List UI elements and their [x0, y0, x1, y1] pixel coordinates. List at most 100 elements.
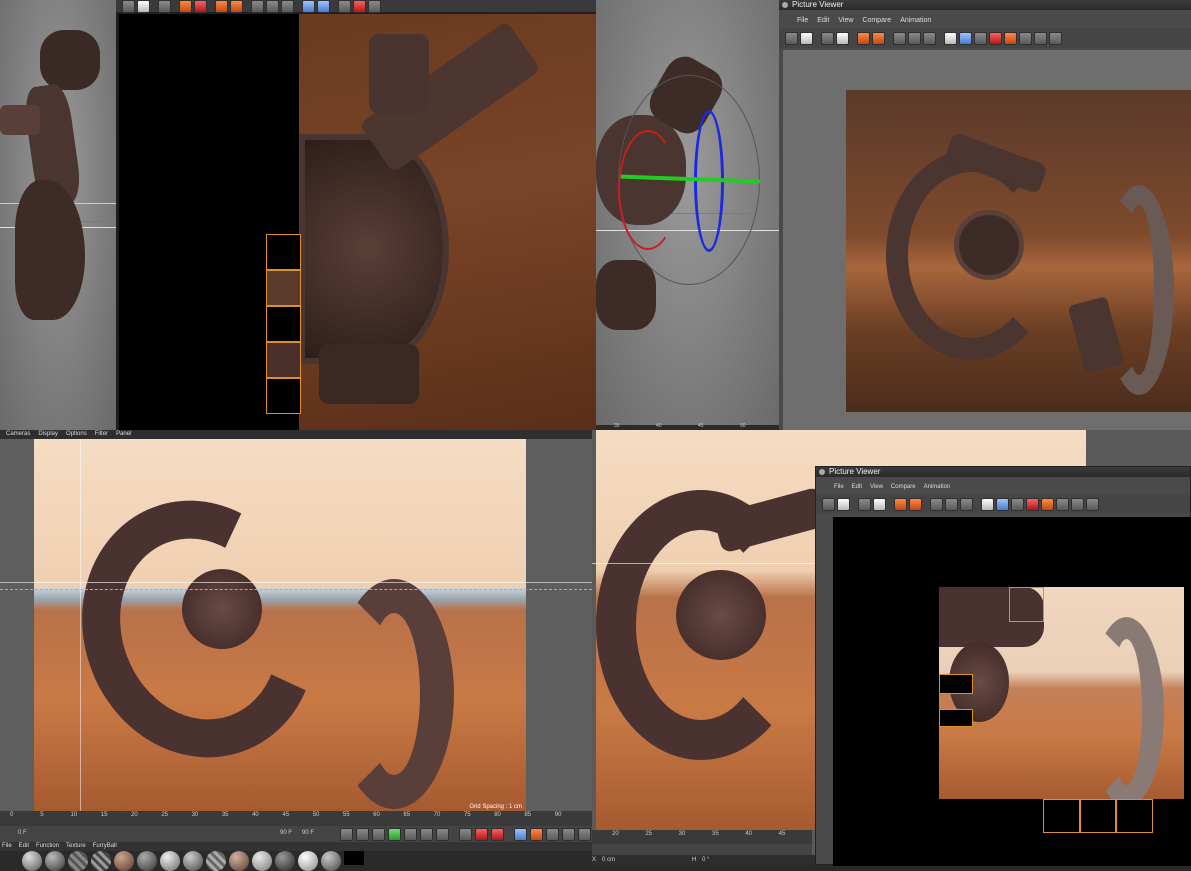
material-swatch[interactable]	[298, 851, 318, 871]
save-icon[interactable]	[800, 31, 813, 45]
crop-icon[interactable]	[858, 497, 871, 511]
info-icon[interactable]	[1071, 497, 1084, 511]
save-icon[interactable]	[837, 497, 850, 511]
next-key-icon[interactable]	[420, 828, 433, 841]
gear-icon[interactable]	[281, 0, 294, 13]
compare-b-icon[interactable]	[974, 31, 987, 45]
prev-frame-icon[interactable]	[372, 828, 385, 841]
open-icon[interactable]	[122, 0, 135, 13]
material-swatch[interactable]	[344, 851, 364, 865]
material-swatch[interactable]	[275, 851, 295, 871]
next-frame-icon[interactable]	[404, 828, 417, 841]
menu-edit[interactable]: Edit	[852, 483, 862, 492]
mat-menu-furryball[interactable]: FurryBall	[93, 842, 117, 851]
gear-icon[interactable]	[960, 497, 973, 511]
open-icon[interactable]	[785, 31, 798, 45]
stereo-icon[interactable]	[1041, 497, 1054, 511]
menu-panel[interactable]: Panel	[116, 430, 131, 439]
camera-b-icon[interactable]	[945, 497, 958, 511]
render-icon[interactable]	[179, 0, 192, 13]
settings-icon[interactable]	[1049, 31, 1062, 45]
crop-icon[interactable]	[821, 31, 834, 45]
compare-a-icon[interactable]	[302, 0, 315, 13]
material-swatch[interactable]	[22, 851, 42, 871]
scale-key-icon[interactable]	[530, 828, 543, 841]
render-region-icon[interactable]	[194, 0, 207, 13]
point-key-icon[interactable]	[578, 828, 591, 841]
save-icon[interactable]	[137, 0, 150, 13]
menu-file[interactable]: File	[834, 483, 844, 492]
material-swatch[interactable]	[183, 851, 203, 871]
record-icon[interactable]	[475, 828, 488, 841]
menu-edit[interactable]: Edit	[817, 15, 829, 26]
menu-display[interactable]: Display	[38, 430, 58, 439]
histogram-icon[interactable]	[368, 0, 381, 13]
viewport-canvas[interactable]: Grid Spacing : 1 cm	[0, 439, 592, 811]
mat-menu-file[interactable]: File	[2, 842, 12, 851]
camera-icon[interactable]	[930, 497, 943, 511]
move-key-icon[interactable]	[514, 828, 527, 841]
render-icon[interactable]	[894, 497, 907, 511]
menu-view[interactable]: View	[838, 15, 853, 26]
alpha-icon[interactable]	[989, 31, 1002, 45]
rotate-gizmo-red[interactable]	[618, 130, 678, 250]
camera-icon[interactable]	[251, 0, 264, 13]
compare-a-icon[interactable]	[959, 31, 972, 45]
camera-icon[interactable]	[893, 31, 906, 45]
settings-icon[interactable]	[1086, 497, 1099, 511]
viewport-gizmo[interactable]: 35 40 45 50	[596, 0, 779, 430]
material-swatch[interactable]	[137, 851, 157, 871]
layer-icon[interactable]	[909, 497, 922, 511]
menu-filter[interactable]: Filter	[95, 430, 108, 439]
mat-menu-texture[interactable]: Texture	[66, 842, 86, 851]
go-end-icon[interactable]	[436, 828, 449, 841]
viewport-topleft[interactable]	[0, 0, 116, 430]
alpha-icon[interactable]	[1026, 497, 1039, 511]
material-swatch[interactable]	[321, 851, 341, 871]
menu-compare[interactable]: Compare	[862, 15, 891, 26]
autokey-icon[interactable]	[491, 828, 504, 841]
compare-a-icon[interactable]	[996, 497, 1009, 511]
layer-b-icon[interactable]	[230, 0, 243, 13]
timeline[interactable]: 0 5 10 15 20 25 30 35 40 45 50 55 60 65 70 75 80 85 90	[0, 811, 592, 826]
open-icon[interactable]	[822, 497, 835, 511]
rotate-key-icon[interactable]	[546, 828, 559, 841]
gear-icon[interactable]	[923, 31, 936, 45]
menu-options[interactable]: Options	[66, 430, 87, 439]
stereo-icon[interactable]	[1004, 31, 1017, 45]
menu-view[interactable]: View	[870, 483, 883, 492]
channel-icon[interactable]	[873, 497, 886, 511]
param-key-icon[interactable]	[562, 828, 575, 841]
channel-icon[interactable]	[338, 0, 351, 13]
material-swatch[interactable]	[160, 851, 180, 871]
mat-menu-function[interactable]: Function	[36, 842, 59, 851]
histogram-icon[interactable]	[1019, 31, 1032, 45]
end-frame-field[interactable]: 90 F	[302, 830, 314, 836]
material-swatch[interactable]	[91, 851, 111, 871]
material-swatch[interactable]	[45, 851, 65, 871]
channel-icon[interactable]	[836, 31, 849, 45]
prev-key-icon[interactable]	[356, 828, 369, 841]
menu-cameras[interactable]: Cameras	[6, 430, 30, 439]
info-icon[interactable]	[1034, 31, 1047, 45]
render-icon[interactable]	[857, 31, 870, 45]
layer-icon[interactable]	[215, 0, 228, 13]
histogram-icon[interactable]	[1056, 497, 1069, 511]
coord-h-value[interactable]: 0 °	[702, 855, 709, 865]
keyframe-icon[interactable]	[459, 828, 472, 841]
alpha-icon[interactable]	[353, 0, 366, 13]
compare-b-icon[interactable]	[1011, 497, 1024, 511]
go-start-icon[interactable]	[340, 828, 353, 841]
current-frame-field[interactable]: 0 F	[18, 830, 27, 836]
material-swatch[interactable]	[252, 851, 272, 871]
compare-ab-icon[interactable]	[944, 31, 957, 45]
coord-x-value[interactable]: 0 cm	[602, 855, 615, 865]
compare-b-icon[interactable]	[317, 0, 330, 13]
layer-icon[interactable]	[872, 31, 885, 45]
delete-icon[interactable]	[158, 0, 171, 13]
play-icon[interactable]	[388, 828, 401, 841]
menu-file[interactable]: File	[797, 15, 808, 26]
compare-ab-icon[interactable]	[981, 497, 994, 511]
material-swatch[interactable]	[68, 851, 88, 871]
camera-b-icon[interactable]	[266, 0, 279, 13]
